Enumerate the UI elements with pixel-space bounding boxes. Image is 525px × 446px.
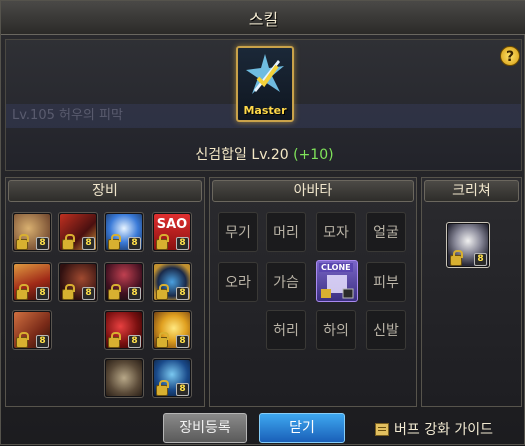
grade-badge: 8	[36, 287, 49, 300]
grade-badge: 8	[176, 335, 189, 348]
avatar-slot-aura[interactable]: 오라	[218, 262, 258, 302]
avatar-slot-waist[interactable]: 허리	[266, 310, 306, 350]
avatar-slot-shoes[interactable]: 신발	[366, 310, 406, 350]
equip-slot-shoes[interactable]: 8	[12, 310, 52, 350]
grade-badge: 8	[82, 237, 95, 250]
lock-icon	[156, 284, 169, 300]
grade-badge: 8	[128, 287, 141, 300]
bottom-bar: 장비등록 닫기 버프 강화 가이드	[1, 409, 525, 446]
skill-bonus: (+10)	[293, 147, 334, 163]
avatar-slot-hat[interactable]: 모자	[316, 212, 356, 252]
skill-name-level: 신검합일 Lv.20 (+10)	[6, 144, 521, 164]
equip-slot-support[interactable]: 8	[152, 310, 192, 350]
equip-slot-necklace[interactable]: 8	[104, 262, 144, 302]
equip-slot-weapon[interactable]: 8	[104, 212, 144, 252]
avatar-slot-chest[interactable]: 가슴	[266, 262, 306, 302]
title-bar[interactable]: 스킬	[1, 1, 525, 35]
lock-icon	[156, 380, 169, 396]
grade-badge: 8	[176, 287, 189, 300]
grade-badge: 8	[36, 335, 49, 348]
avatar-slot-face[interactable]: 얼굴	[366, 212, 406, 252]
help-icon[interactable]: ?	[500, 46, 520, 66]
equip-slot-title[interactable]: SAO 8	[152, 212, 192, 252]
lock-icon	[108, 284, 121, 300]
master-badge: Master	[243, 104, 287, 117]
skill-panel: Lv.105 허우의 피막 Master ? 신검합일 Lv.20 (+10)	[5, 39, 522, 171]
skill-name: 신검합일 Lv.20	[195, 147, 289, 163]
avatar-slot-bottom[interactable]: 하의	[316, 310, 356, 350]
lock-icon	[450, 250, 463, 266]
avatar-panel: 아바타 무기 머리 모자 얼굴 오라 가슴 CLONE 피부 허리 하의 신발	[209, 177, 417, 407]
window-title: 스킬	[248, 9, 279, 29]
creature-panel: 크리쳐 8	[421, 177, 522, 407]
equip-slot-top[interactable]: 8	[58, 212, 98, 252]
lock-icon	[108, 332, 121, 348]
buff-guide-label: 버프 강화 가이드	[394, 422, 494, 438]
magic-stone-item-icon	[106, 360, 142, 396]
equip-slot-shoulder[interactable]: 8	[12, 212, 52, 252]
grade-badge: 8	[176, 383, 189, 396]
creature-slot[interactable]: 8	[446, 222, 490, 268]
register-equipment-button[interactable]: 장비등록	[163, 413, 247, 443]
lock-icon	[16, 284, 29, 300]
equip-slot-earring[interactable]: 8	[152, 358, 192, 398]
grade-badge: 8	[128, 237, 141, 250]
grade-badge: 8	[176, 237, 189, 250]
equip-slot-belt[interactable]: 8	[58, 262, 98, 302]
equipment-panel: 장비 8 8 8 SAO 8 8 8 8 8 8 8 8 8	[5, 177, 205, 407]
close-button[interactable]: 닫기	[259, 413, 345, 443]
grade-badge: 8	[36, 237, 49, 250]
equip-slot-ring[interactable]: 8	[104, 310, 144, 350]
buff-guide-link[interactable]: 버프 강화 가이드	[375, 419, 493, 439]
lock-icon	[62, 234, 75, 250]
equipment-title: 장비	[8, 180, 202, 202]
lock-icon	[16, 234, 29, 250]
lock-icon	[156, 332, 169, 348]
skill-window: 스킬 Lv.105 허우의 피막 Master ? 신검합일 Lv.20 (+1…	[0, 0, 525, 445]
avatar-slot-weapon[interactable]: 무기	[218, 212, 258, 252]
equip-slot-bracelet[interactable]: 8	[152, 262, 192, 302]
equip-slot-magic-stone[interactable]	[104, 358, 144, 398]
lock-icon	[156, 234, 169, 250]
avatar-slot-skin[interactable]: 피부	[366, 262, 406, 302]
guide-book-icon	[375, 422, 389, 436]
grade-badge: 8	[474, 253, 487, 266]
skill-icon[interactable]: Master	[236, 46, 294, 122]
lock-icon	[62, 284, 75, 300]
lock-icon	[108, 234, 121, 250]
avatar-slot-clone-top[interactable]: CLONE	[316, 260, 358, 302]
sword-burst-icon	[246, 54, 284, 94]
equip-slot-pants[interactable]: 8	[12, 262, 52, 302]
creature-title: 크리쳐	[424, 180, 519, 202]
grade-badge: 8	[82, 287, 95, 300]
avatar-slot-hair[interactable]: 머리	[266, 212, 306, 252]
avatar-title: 아바타	[212, 180, 414, 202]
lock-icon	[16, 332, 29, 348]
grade-badge: 8	[128, 335, 141, 348]
clone-avatar-icon	[321, 275, 354, 299]
